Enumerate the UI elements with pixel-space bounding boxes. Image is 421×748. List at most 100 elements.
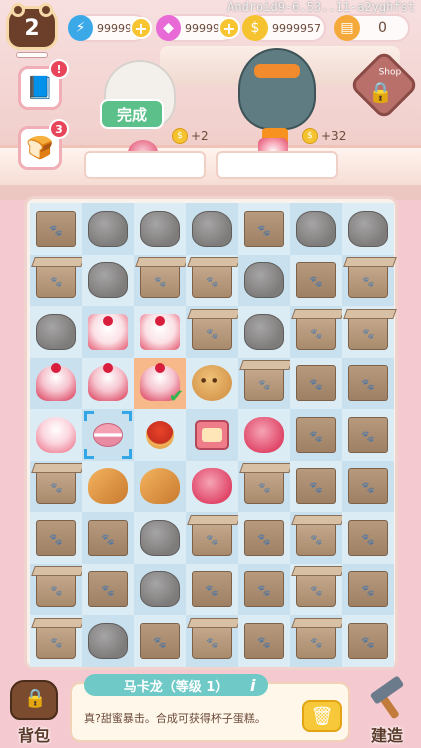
board-cell[interactable] bbox=[134, 306, 186, 358]
customer-goggles[interactable] bbox=[238, 48, 316, 130]
box-icon[interactable] bbox=[244, 622, 284, 659]
board-cell[interactable] bbox=[238, 460, 290, 512]
rock-icon[interactable] bbox=[296, 210, 336, 247]
trash-button[interactable]: 🗑 bbox=[302, 700, 342, 732]
board-cell[interactable] bbox=[342, 563, 394, 615]
board-cell[interactable] bbox=[238, 409, 290, 461]
cupcake-wrap-icon[interactable] bbox=[36, 416, 76, 453]
board-cell[interactable]: ✔ bbox=[134, 357, 186, 409]
board-cell[interactable] bbox=[290, 409, 342, 461]
level-badge[interactable]: 2 bbox=[6, 3, 58, 50]
add-gems-button[interactable]: + bbox=[130, 17, 152, 39]
rock-icon[interactable] bbox=[140, 571, 180, 608]
board-cell[interactable] bbox=[82, 460, 134, 512]
rock-icon[interactable] bbox=[348, 210, 388, 247]
board-cell[interactable] bbox=[186, 512, 238, 564]
box-open-icon[interactable] bbox=[296, 519, 336, 556]
board-cell[interactable] bbox=[290, 615, 342, 667]
box-open-icon[interactable] bbox=[296, 313, 336, 350]
board-cell[interactable] bbox=[186, 306, 238, 358]
board-cell[interactable] bbox=[30, 615, 82, 667]
box-icon[interactable] bbox=[244, 571, 284, 608]
board-cell[interactable] bbox=[134, 563, 186, 615]
box-icon[interactable] bbox=[244, 210, 284, 247]
board-cell[interactable] bbox=[82, 357, 134, 409]
order-done-button[interactable]: 完成 bbox=[100, 99, 164, 129]
box-icon[interactable] bbox=[88, 571, 128, 608]
board-cell[interactable] bbox=[134, 512, 186, 564]
box-open-icon[interactable] bbox=[36, 622, 76, 659]
box-open-icon[interactable] bbox=[296, 571, 336, 608]
box-icon[interactable] bbox=[348, 622, 388, 659]
board-cell[interactable] bbox=[290, 306, 342, 358]
board-cell[interactable] bbox=[30, 306, 82, 358]
board-cell[interactable] bbox=[342, 615, 394, 667]
board-cell[interactable] bbox=[290, 254, 342, 306]
box-open-icon[interactable] bbox=[348, 262, 388, 299]
box-icon[interactable] bbox=[296, 416, 336, 453]
board-cell[interactable] bbox=[290, 357, 342, 409]
board-cell[interactable] bbox=[342, 203, 394, 255]
board-cell[interactable] bbox=[342, 512, 394, 564]
board-cell[interactable] bbox=[290, 512, 342, 564]
board-cell[interactable] bbox=[134, 254, 186, 306]
oven-icon[interactable] bbox=[195, 419, 229, 450]
box-icon[interactable] bbox=[348, 571, 388, 608]
board-cell[interactable] bbox=[186, 357, 238, 409]
cake-icon[interactable] bbox=[88, 313, 128, 350]
box-open-icon[interactable] bbox=[244, 365, 284, 402]
board-cell[interactable] bbox=[342, 409, 394, 461]
board-cell[interactable] bbox=[30, 512, 82, 564]
board-cell[interactable] bbox=[186, 615, 238, 667]
board-cell[interactable] bbox=[134, 203, 186, 255]
board-cell[interactable] bbox=[82, 306, 134, 358]
board-cell[interactable] bbox=[342, 254, 394, 306]
board-cell[interactable] bbox=[134, 615, 186, 667]
macaron-icon[interactable] bbox=[93, 422, 123, 447]
board-cell[interactable] bbox=[82, 254, 134, 306]
board-cell[interactable] bbox=[134, 409, 186, 461]
berrycake-icon[interactable] bbox=[192, 468, 232, 505]
box-icon[interactable] bbox=[244, 519, 284, 556]
cupcake-icon[interactable] bbox=[36, 363, 76, 402]
tart-icon[interactable] bbox=[146, 420, 174, 449]
board-cell[interactable] bbox=[186, 460, 238, 512]
board-cell[interactable] bbox=[238, 357, 290, 409]
board-cell[interactable] bbox=[186, 409, 238, 461]
ticket-counter[interactable]: ▤ 0 bbox=[334, 14, 410, 42]
board-cell[interactable] bbox=[186, 203, 238, 255]
cookie-icon[interactable] bbox=[192, 365, 232, 402]
board-cell[interactable] bbox=[290, 563, 342, 615]
board-cell[interactable] bbox=[238, 563, 290, 615]
board-cell[interactable] bbox=[30, 563, 82, 615]
board-cell[interactable] bbox=[82, 615, 134, 667]
box-icon[interactable] bbox=[140, 622, 180, 659]
board-cell[interactable] bbox=[342, 357, 394, 409]
box-open-icon[interactable] bbox=[36, 571, 76, 608]
rock-icon[interactable] bbox=[244, 313, 284, 350]
board-cell[interactable] bbox=[290, 203, 342, 255]
box-icon[interactable] bbox=[36, 210, 76, 247]
rock-icon[interactable] bbox=[140, 210, 180, 247]
box-open-icon[interactable] bbox=[192, 622, 232, 659]
box-icon[interactable] bbox=[348, 468, 388, 505]
board-cell[interactable] bbox=[82, 512, 134, 564]
berrycake-icon[interactable] bbox=[244, 416, 284, 453]
box-open-icon[interactable] bbox=[244, 468, 284, 505]
box-open-icon[interactable] bbox=[296, 622, 336, 659]
croissant-icon[interactable] bbox=[140, 468, 180, 505]
gem-counter[interactable]: ⚡ 9999986 + bbox=[68, 14, 152, 42]
board-cell[interactable] bbox=[30, 254, 82, 306]
board-cell[interactable] bbox=[82, 409, 134, 461]
box-open-icon[interactable] bbox=[192, 313, 232, 350]
add-diamonds-button[interactable]: + bbox=[218, 17, 240, 39]
cupcake-icon[interactable] bbox=[88, 363, 128, 402]
box-icon[interactable] bbox=[348, 365, 388, 402]
board-cell[interactable] bbox=[134, 460, 186, 512]
board-cell[interactable] bbox=[342, 460, 394, 512]
board-cell[interactable] bbox=[82, 203, 134, 255]
info-icon[interactable]: i bbox=[250, 676, 255, 695]
board-cell[interactable] bbox=[30, 357, 82, 409]
oven-button[interactable]: 🍞 3 bbox=[18, 119, 69, 170]
box-icon[interactable] bbox=[192, 571, 232, 608]
